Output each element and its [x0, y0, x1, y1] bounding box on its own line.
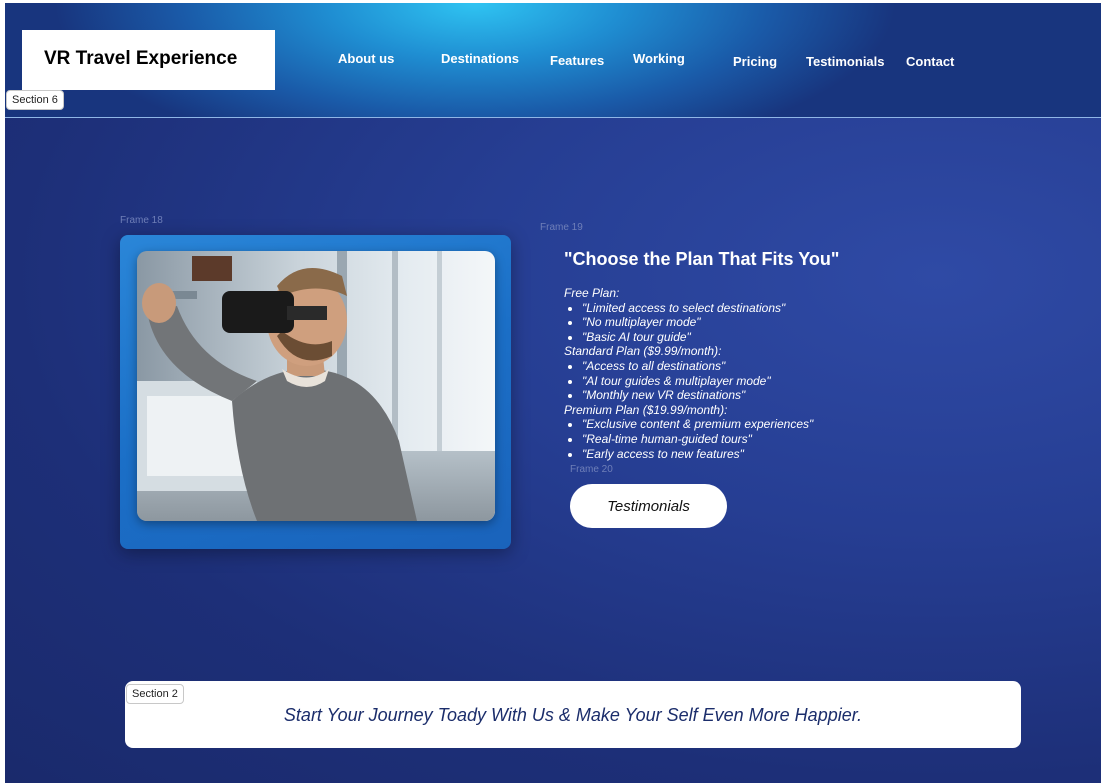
nav-contact[interactable]: Contact [906, 54, 954, 69]
plan-feature: "Limited access to select destinations" [582, 301, 884, 316]
plan-features-premium: "Exclusive content & premium experiences… [564, 417, 884, 461]
plan-feature: "Access to all destinations" [582, 359, 884, 374]
nav-about-us[interactable]: About us [338, 51, 394, 66]
site-header: VR Travel Experience About us Destinatio… [5, 3, 1101, 118]
pricing-plans: Free Plan: "Limited access to select des… [564, 286, 884, 461]
banner-text: Start Your Journey Toady With Us & Make … [283, 705, 863, 725]
plan-feature: "No multiplayer mode" [582, 315, 884, 330]
plan-feature: "Early access to new features" [582, 447, 884, 462]
plan-name-standard: Standard Plan ($9.99/month): [564, 344, 722, 359]
image-frame [120, 235, 511, 549]
nav-destinations[interactable]: Destinations [441, 51, 519, 66]
nav-features[interactable]: Features [550, 53, 604, 68]
brand-title: VR Travel Experience [44, 48, 238, 69]
frame-label-image: Frame 18 [120, 215, 163, 226]
nav-working[interactable]: Working [633, 51, 685, 66]
vr-user-photo [137, 251, 495, 521]
vr-user-illustration [137, 251, 495, 521]
plan-feature: "Monthly new VR destinations" [582, 388, 884, 403]
section-tag-bottom: Section 2 [126, 684, 184, 704]
pricing-title: "Choose the Plan That Fits You" [564, 249, 840, 269]
frame-label-button: Frame 20 [570, 464, 613, 475]
plan-feature: "AI tour guides & multiplayer mode" [582, 374, 884, 389]
plan-feature: "Basic AI tour guide" [582, 330, 884, 345]
frame-label-content: Frame 19 [540, 222, 583, 233]
nav-testimonials[interactable]: Testimonials [806, 54, 885, 69]
plan-features-standard: "Access to all destinations" "AI tour gu… [564, 359, 884, 403]
plan-name-free: Free Plan: [564, 286, 620, 300]
plan-features-free: "Limited access to select destinations" … [564, 301, 884, 345]
plan-feature: "Exclusive content & premium experiences… [582, 417, 884, 432]
testimonials-button[interactable]: Testimonials [570, 484, 727, 528]
cta-banner: Start Your Journey Toady With Us & Make … [125, 681, 1021, 748]
plan-feature: "Real-time human-guided tours" [582, 432, 884, 447]
section-tag-top: Section 6 [6, 90, 64, 110]
logo-box[interactable]: VR Travel Experience [22, 30, 275, 90]
nav-pricing[interactable]: Pricing [733, 54, 777, 69]
page-canvas: VR Travel Experience About us Destinatio… [5, 3, 1101, 783]
plan-name-premium: Premium Plan ($19.99/month): [564, 402, 728, 417]
